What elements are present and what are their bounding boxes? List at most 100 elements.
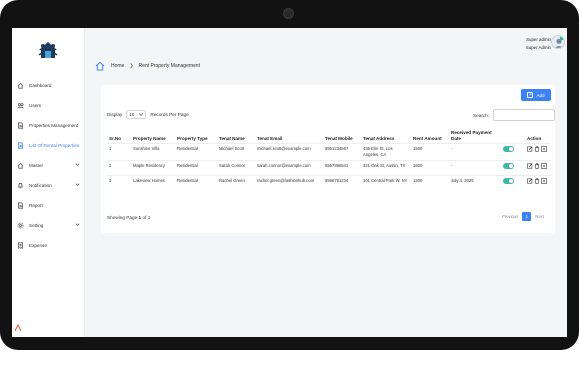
column-header: Received Payment Date [451,130,492,141]
cell-mobile: 5556781234 [323,174,361,191]
page-1-button[interactable]: 1 [522,212,532,221]
sidebar-item-label: List Of Rental Properties [29,142,80,148]
cell-tenant: Rachel Green [217,174,255,191]
next-page-button[interactable]: Next [535,214,544,219]
sidebar-item-expense[interactable]: Expense [12,235,85,255]
chevron-down-icon [75,162,80,167]
document-icon [17,201,24,209]
cell-rent: 1600 [411,159,449,176]
status-toggle[interactable] [503,162,514,169]
cell-rent: 1200 [411,174,449,191]
sidebar-item-report[interactable]: Report [12,195,85,215]
cell-type: Residential [175,159,217,176]
column-header: Tenat Email [257,136,283,141]
cell-type: Residential [175,174,217,191]
cell-date: - [449,143,501,161]
display-label: Display [107,112,123,117]
cell-status [501,143,525,161]
total-pages: 1 [147,215,151,220]
breadcrumb-home[interactable]: Home [111,63,124,69]
table-header-row: Sr.No Property Name Property Type Tenat Nam… [107,129,551,144]
cell-property: Maple Residency [131,159,175,176]
cell-tenant: Michael Scott [217,143,255,161]
rent-property-card: + Add Display 10 Records Per Page Search… [101,85,556,233]
status-toggle[interactable] [503,177,514,184]
cell-address: 321 Oak St, Austin, TX [361,159,411,176]
view-icon[interactable] [541,146,547,152]
page-size-select[interactable]: 10 [126,110,147,119]
breadcrumb-separator-icon: ❯ [129,63,134,69]
column-header: Tenat Name [219,136,245,141]
table-body: 1 Sunshine Villa Residential Michael Scott m… [107,143,551,191]
column-header [501,129,525,144]
delete-icon[interactable] [534,146,540,152]
sidebar-item-label: Dashboard [29,82,52,88]
cell-tenant: Sarah Connor [217,159,255,176]
status-toggle[interactable] [503,146,514,152]
cell-email: sarah.connor@example.com [255,159,323,176]
add-button-label: Add [536,92,545,98]
sidebar: Dashboard Users Properties Management List … [12,28,85,337]
main-content: Super admin Super Admin Home ❯ Rent Prop… [85,28,567,337]
cell-type: Residential [175,143,217,161]
home-icon [95,61,105,71]
online-status-dot [560,36,564,40]
cell-address: 101 Central Park W, NY [361,174,411,191]
sidebar-item-label: Report [29,202,43,208]
search-input[interactable] [493,109,556,121]
receipt-icon [17,241,24,249]
cell-sr: 3 [107,174,131,191]
sidebar-item-properties-management[interactable]: Properties Management [12,115,85,135]
sidebar-item-list-of-rental-properties[interactable]: List Of Rental Properties [12,135,85,155]
cell-sr: 1 [107,143,131,161]
sidebar-item-label: Setting [29,222,44,228]
users-icon [17,102,24,109]
showing-page-text: Showing Page 1 of 1 [107,215,150,220]
delete-icon[interactable] [534,178,540,184]
plus-icon: + [527,91,534,98]
sidebar-item-notification[interactable]: Notification [12,175,85,195]
edit-icon[interactable] [527,146,533,152]
delete-icon[interactable] [534,163,540,169]
cell-email: michael.scott@example.com [255,143,323,161]
column-header: Property Type [177,136,208,141]
sidebar-item-master[interactable]: Master [12,155,85,175]
chevron-down-icon [75,222,80,227]
page-size-control: Display 10 Records Per Page [107,110,189,119]
chevron-down-icon [139,113,144,116]
cell-status [501,174,525,191]
breadcrumb-current: Rent Property Management [138,63,200,69]
cell-actions [525,174,551,191]
cell-property: Sunshine Villa [131,143,175,161]
chevron-down-icon [75,182,80,187]
cell-sr: 2 [107,159,131,176]
view-icon[interactable] [541,162,547,169]
sidebar-item-users[interactable]: Users [12,95,85,115]
of-label: of [142,215,147,220]
sidebar-item-dashboard[interactable]: Dashboard [12,75,85,95]
add-button[interactable]: + Add [521,89,551,101]
sidebar-item-label: Expense [29,242,47,248]
breadcrumb: Home ❯ Rent Property Management [95,61,200,71]
document-icon [17,121,24,129]
sidebar-item-setting[interactable]: Setting [12,215,85,235]
user-info: Super admin Super Admin [526,36,551,52]
edit-icon[interactable] [527,163,533,169]
device-frame: Dashboard Users Properties Management List … [0,0,579,350]
previous-page-button[interactable]: Previous [502,214,518,219]
sidebar-item-label: Users [29,102,41,108]
cell-actions [525,159,551,176]
column-header: Tenat Address [363,136,395,141]
edit-icon[interactable] [527,178,533,184]
view-icon[interactable] [541,177,547,184]
sidebar-nav: Dashboard Users Properties Management List … [12,75,85,255]
bell-icon [17,182,24,189]
showing-prefix: Showing Page [107,215,138,220]
user-name: Super Admin [525,45,551,50]
camera-dot [283,8,294,19]
avatar[interactable] [551,35,565,49]
gear-icon [17,222,24,229]
rent-property-table: Sr.No Property Name Property Type Tenat Nam… [107,129,551,191]
cell-status [501,159,525,176]
sidebar-item-label: Properties Management [29,122,79,128]
